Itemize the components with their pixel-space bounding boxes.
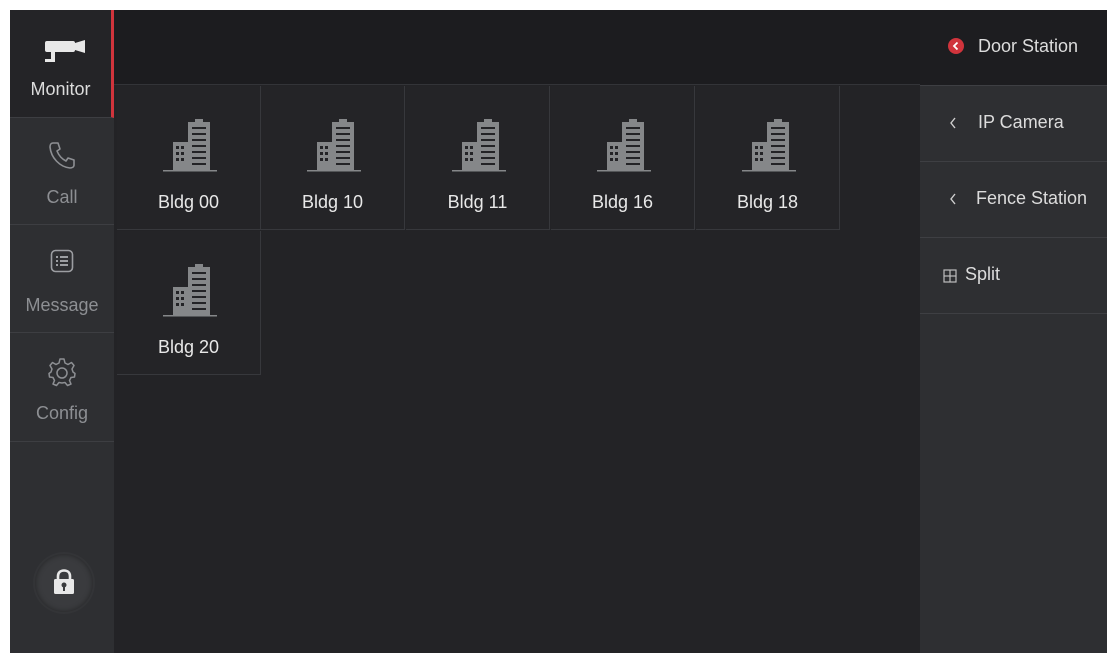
app-screen: Monitor Call Message Config Bldg 00 Bldg…: [10, 10, 1107, 653]
menu-label-ip-camera: IP Camera: [978, 112, 1064, 132]
top-bar: [114, 10, 920, 85]
right-panel: Door Station IP Camera Fence Station Spl…: [920, 10, 1107, 653]
building-label: Bldg 18: [736, 192, 799, 212]
grid-split-icon: [943, 269, 957, 283]
chevron-left-icon: [950, 193, 956, 205]
phone-icon: [49, 142, 75, 169]
building-icon: [597, 119, 651, 172]
camera-icon: [45, 40, 85, 62]
building-tile[interactable]: Bldg 00: [117, 86, 261, 230]
lock-icon: [54, 569, 74, 594]
building-icon: [307, 119, 361, 172]
chevron-left-circle-icon: [948, 38, 964, 54]
building-icon: [452, 119, 506, 172]
building-tile[interactable]: Bldg 18: [696, 86, 840, 230]
lock-button[interactable]: [35, 554, 93, 612]
building-label: Bldg 20: [157, 337, 220, 357]
menu-item-split[interactable]: Split: [920, 238, 1107, 314]
chevron-left-icon: [950, 117, 956, 129]
building-icon: [163, 119, 217, 172]
left-nav: Monitor Call Message Config: [10, 10, 114, 653]
building-icon: [163, 264, 217, 317]
nav-label-monitor: Monitor: [30, 79, 91, 99]
building-tile[interactable]: Bldg 20: [117, 231, 261, 375]
menu-item-ip-camera[interactable]: IP Camera: [920, 86, 1107, 162]
building-label: Bldg 00: [157, 192, 220, 212]
building-label: Bldg 10: [301, 192, 364, 212]
menu-item-fence-station[interactable]: Fence Station: [920, 162, 1107, 238]
building-label: Bldg 11: [447, 192, 508, 212]
menu-label-fence-station: Fence Station: [976, 188, 1088, 208]
nav-label-message: Message: [25, 295, 99, 315]
building-icon: [742, 119, 796, 172]
nav-label-call: Call: [46, 187, 78, 207]
nav-item-config[interactable]: Config: [10, 333, 114, 442]
nav-item-message[interactable]: Message: [10, 225, 114, 333]
nav-item-call[interactable]: Call: [10, 118, 114, 225]
nav-item-monitor[interactable]: Monitor: [10, 10, 114, 118]
menu-item-door-station[interactable]: Door Station: [920, 10, 1107, 86]
building-tile[interactable]: Bldg 10: [261, 86, 405, 230]
nav-label-config: Config: [35, 403, 89, 423]
building-tile[interactable]: Bldg 11: [406, 86, 550, 230]
gear-icon: [48, 358, 76, 387]
menu-label-door-station: Door Station: [978, 36, 1079, 56]
building-label: Bldg 16: [591, 192, 654, 212]
message-icon: [50, 249, 74, 273]
building-tile[interactable]: Bldg 16: [551, 86, 695, 230]
menu-label-split: Split: [965, 264, 1001, 284]
